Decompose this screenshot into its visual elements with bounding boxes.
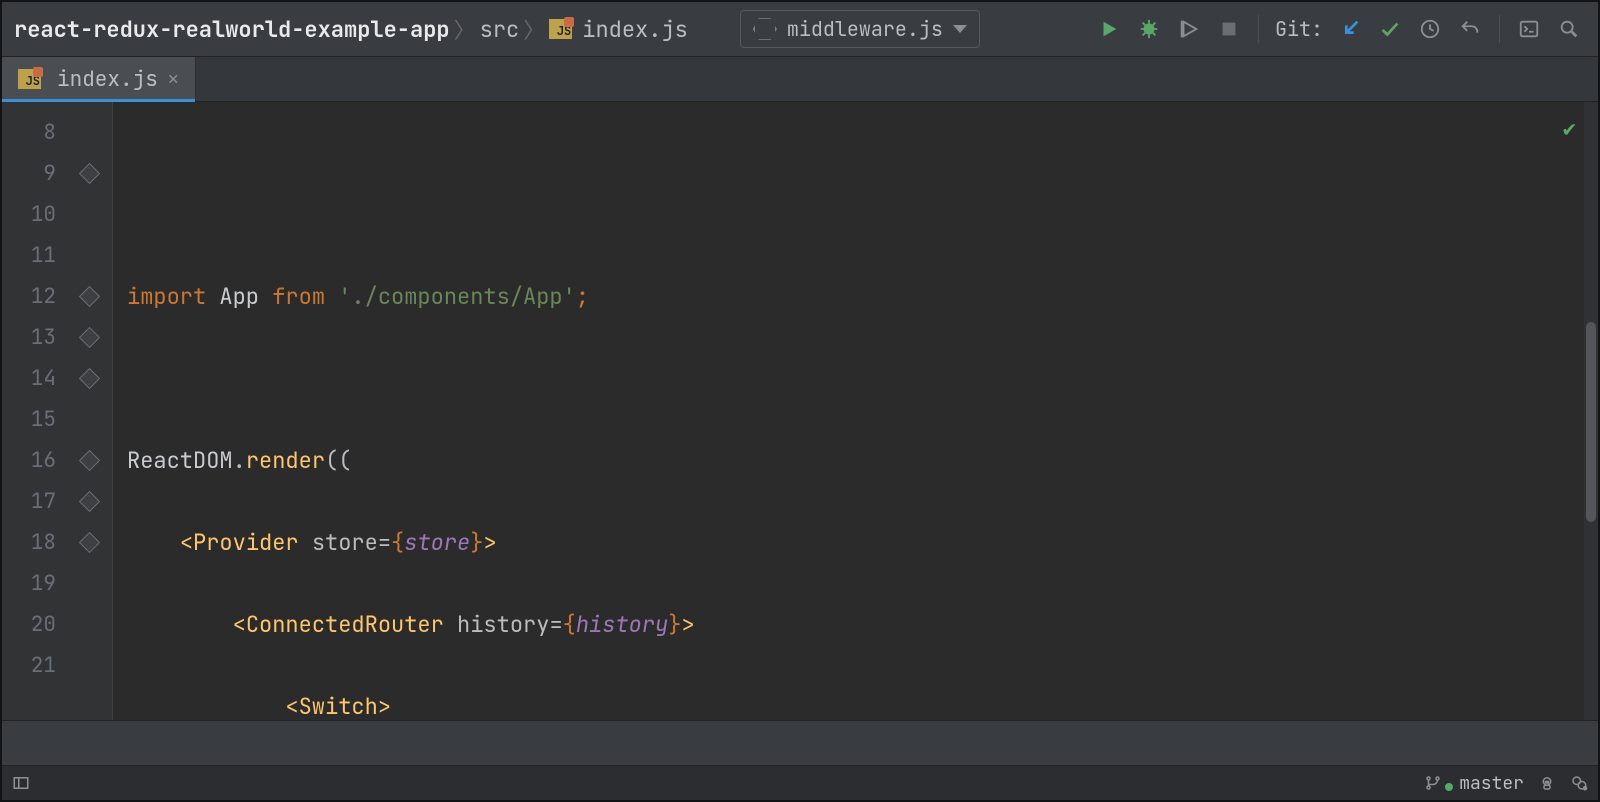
javascript-file-icon: JS: [549, 19, 572, 39]
line-number[interactable]: 18: [2, 522, 56, 563]
editor-tabs: JS index.js ✕: [2, 57, 1598, 102]
open-terminal-button[interactable]: [1512, 12, 1546, 46]
run-configuration-name: middleware.js: [787, 16, 943, 42]
debug-button[interactable]: [1132, 12, 1166, 46]
editor-tab[interactable]: JS index.js ✕: [2, 57, 196, 101]
line-number[interactable]: 20: [2, 604, 56, 645]
line-number[interactable]: 16: [2, 440, 56, 481]
git-branch-widget[interactable]: master: [1424, 772, 1524, 795]
vertical-scrollbar[interactable]: [1584, 102, 1598, 720]
chevron-right-icon: 〉: [454, 13, 476, 45]
line-number[interactable]: 11: [2, 235, 56, 276]
fold-marker-icon[interactable]: [78, 286, 99, 307]
run-with-coverage-button[interactable]: [1172, 12, 1206, 46]
status-bar: master: [2, 765, 1598, 800]
background-tasks-widget[interactable]: [1570, 774, 1588, 792]
inspection-widget[interactable]: [1538, 774, 1556, 792]
git-history-button[interactable]: [1413, 12, 1447, 46]
chevron-right-icon: 〉: [523, 13, 545, 45]
undo-button[interactable]: [1453, 12, 1487, 46]
inspection-ok-icon[interactable]: ✔: [1563, 108, 1576, 149]
run-configuration-select[interactable]: middleware.js: [740, 10, 980, 48]
chevron-down-icon: [953, 25, 967, 33]
toolbar-divider: [1258, 15, 1259, 43]
navigation-toolbar: react-redux-realworld-example-app 〉 src …: [2, 2, 1598, 57]
crumb-file[interactable]: index.js: [582, 15, 688, 44]
stop-button[interactable]: [1212, 12, 1246, 46]
line-number[interactable]: 10: [2, 194, 56, 235]
fold-marker-icon[interactable]: [78, 327, 99, 348]
crumb-folder[interactable]: src: [480, 15, 520, 44]
fold-marker-icon[interactable]: [78, 450, 99, 471]
line-number[interactable]: 15: [2, 399, 56, 440]
editor: 8 9 10 11 12 13 14 15 16 17 18 19 20 21 …: [2, 102, 1598, 720]
search-everywhere-button[interactable]: [1552, 12, 1586, 46]
code-area[interactable]: ✔ import App from './components/App'; Re…: [113, 102, 1584, 720]
line-number[interactable]: 17: [2, 481, 56, 522]
git-commit-button[interactable]: [1373, 12, 1407, 46]
line-number[interactable]: 13: [2, 317, 56, 358]
fold-marker-icon[interactable]: [78, 163, 99, 184]
toolbar-divider: [1499, 15, 1500, 43]
line-number[interactable]: 14: [2, 358, 56, 399]
line-number-gutter[interactable]: 8 9 10 11 12 13 14 15 16 17 18 19 20 21: [2, 102, 66, 720]
fold-marker-icon[interactable]: [78, 532, 99, 553]
scrollbar-thumb[interactable]: [1586, 322, 1596, 522]
fold-gutter[interactable]: [66, 102, 113, 720]
line-number[interactable]: 9: [2, 153, 56, 194]
breadcrumb[interactable]: react-redux-realworld-example-app 〉 src …: [14, 13, 688, 45]
fold-marker-icon[interactable]: [78, 368, 99, 389]
line-number[interactable]: 19: [2, 563, 56, 604]
git-branch-name: master: [1459, 772, 1524, 795]
nodejs-icon: [753, 17, 777, 41]
fold-marker-icon[interactable]: [78, 491, 99, 512]
line-number[interactable]: 8: [2, 112, 56, 153]
git-update-button[interactable]: [1333, 12, 1367, 46]
tab-title: index.js: [57, 66, 158, 93]
crumb-project[interactable]: react-redux-realworld-example-app: [14, 15, 450, 44]
line-number[interactable]: 21: [2, 645, 56, 686]
line-number[interactable]: 12: [2, 276, 56, 317]
tool-windows-toggle[interactable]: [12, 774, 30, 792]
close-icon[interactable]: ✕: [168, 68, 179, 91]
git-label: Git:: [1275, 16, 1323, 42]
run-button[interactable]: [1092, 12, 1126, 46]
javascript-file-icon: JS: [18, 69, 41, 89]
tool-window-bar[interactable]: [2, 720, 1598, 765]
